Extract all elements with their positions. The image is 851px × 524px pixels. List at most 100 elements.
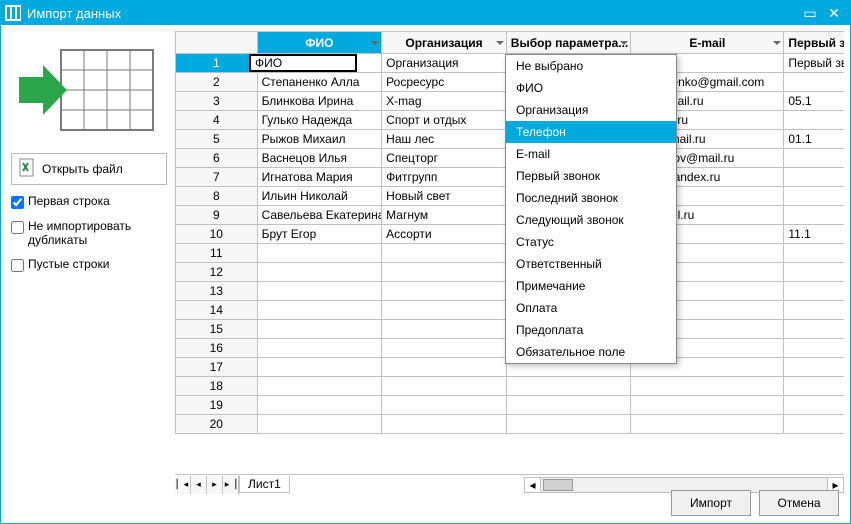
close-button[interactable]: ✕	[822, 5, 846, 22]
row-header[interactable]: 5	[176, 130, 258, 149]
cell[interactable]	[784, 168, 844, 187]
dropdown-item[interactable]: Организация	[506, 99, 676, 121]
cell[interactable]	[784, 301, 844, 320]
cell[interactable]	[382, 282, 507, 301]
cell[interactable]	[784, 206, 844, 225]
cell[interactable]	[784, 415, 844, 434]
cell[interactable]: Блинкова Ирина	[257, 92, 382, 111]
dropdown-arrow-icon[interactable]	[773, 41, 781, 45]
row-header[interactable]: 9	[176, 206, 258, 225]
cell[interactable]	[257, 320, 382, 339]
cell[interactable]: Организация	[382, 54, 507, 73]
dropdown-item[interactable]: Обязательное поле	[506, 341, 676, 363]
cell[interactable]	[784, 339, 844, 358]
cell[interactable]: 05.1	[784, 92, 844, 111]
dropdown-item[interactable]: Предоплата	[506, 319, 676, 341]
row-header[interactable]: 19	[176, 396, 258, 415]
column-header-3[interactable]: E-mail	[631, 32, 784, 54]
cell[interactable]	[257, 339, 382, 358]
cell[interactable]	[257, 377, 382, 396]
dropdown-item[interactable]: Примечание	[506, 275, 676, 297]
cell[interactable]: Ильин Николай	[257, 187, 382, 206]
cell[interactable]: Наш лес	[382, 130, 507, 149]
row-header[interactable]: 1	[176, 54, 258, 73]
cell[interactable]	[631, 377, 784, 396]
cell[interactable]: Спецторг	[382, 149, 507, 168]
cell[interactable]	[382, 358, 507, 377]
empty-rows-checkbox-row[interactable]: Пустые строки	[11, 256, 167, 273]
cell[interactable]	[506, 396, 631, 415]
cell[interactable]: Гулько Надежда	[257, 111, 382, 130]
cell[interactable]	[257, 282, 382, 301]
cell[interactable]: Рыжов Михаил	[257, 130, 382, 149]
dropdown-item[interactable]: Телефон	[506, 121, 676, 143]
table-row[interactable]: 18	[176, 377, 845, 396]
row-header[interactable]: 8	[176, 187, 258, 206]
dropdown-item[interactable]: Оплата	[506, 297, 676, 319]
dropdown-item[interactable]: Последний звонок	[506, 187, 676, 209]
dropdown-item[interactable]: Ответственный	[506, 253, 676, 275]
row-header[interactable]: 16	[176, 339, 258, 358]
cancel-button[interactable]: Отмена	[759, 490, 839, 516]
cell[interactable]: 01.1	[784, 130, 844, 149]
cell[interactable]: Магнум	[382, 206, 507, 225]
column-header-4[interactable]: Первый звонок	[784, 32, 844, 54]
cell[interactable]: Игнатова Мария	[257, 168, 382, 187]
row-header[interactable]: 20	[176, 415, 258, 434]
cell[interactable]	[784, 244, 844, 263]
dropdown-arrow-icon[interactable]	[496, 41, 504, 45]
open-file-button[interactable]: Открыть файл	[11, 153, 167, 185]
cell[interactable]	[506, 377, 631, 396]
cell[interactable]: Ассорти	[382, 225, 507, 244]
cell[interactable]: X-mag	[382, 92, 507, 111]
cell[interactable]: Васнецов Илья	[257, 149, 382, 168]
dropdown-item[interactable]: ФИО	[506, 77, 676, 99]
cell[interactable]	[784, 396, 844, 415]
cell[interactable]: Степаненко Алла	[257, 73, 382, 92]
cell[interactable]	[257, 396, 382, 415]
cell[interactable]: Фитгрупп	[382, 168, 507, 187]
cell[interactable]: Спорт и отдых	[382, 111, 507, 130]
row-header[interactable]: 7	[176, 168, 258, 187]
dropdown-item[interactable]: Статус	[506, 231, 676, 253]
corner-cell[interactable]	[176, 32, 258, 54]
dropdown-item[interactable]: E-mail	[506, 143, 676, 165]
row-header[interactable]: 2	[176, 73, 258, 92]
cell[interactable]	[382, 396, 507, 415]
cell[interactable]	[257, 301, 382, 320]
row-header[interactable]: 3	[176, 92, 258, 111]
cell[interactable]	[382, 339, 507, 358]
cell[interactable]: Первый звонок	[784, 54, 844, 73]
no-duplicates-checkbox[interactable]	[11, 221, 24, 234]
column-header-1[interactable]: Организация	[382, 32, 507, 54]
cell[interactable]	[257, 244, 382, 263]
cell[interactable]	[382, 320, 507, 339]
row-header[interactable]: 6	[176, 149, 258, 168]
column-header-2[interactable]: Выбор параметра...	[506, 32, 631, 54]
dropdown-item[interactable]: Первый звонок	[506, 165, 676, 187]
row-header[interactable]: 12	[176, 263, 258, 282]
cell[interactable]	[257, 415, 382, 434]
first-row-checkbox-row[interactable]: Первая строка	[11, 193, 167, 210]
parameter-dropdown[interactable]: Не выбраноФИООрганизацияТелефонE-mailПер…	[505, 54, 677, 364]
cell[interactable]: Савельева Екатерина	[257, 206, 382, 225]
cell[interactable]	[631, 396, 784, 415]
cell[interactable]: Росресурс	[382, 73, 507, 92]
row-header[interactable]: 13	[176, 282, 258, 301]
active-cell-editor[interactable]: ФИО	[249, 54, 357, 72]
cell[interactable]	[784, 320, 844, 339]
cell[interactable]	[784, 358, 844, 377]
cell[interactable]	[257, 263, 382, 282]
cell[interactable]	[784, 73, 844, 92]
dropdown-arrow-icon[interactable]	[620, 41, 628, 45]
cell[interactable]	[382, 301, 507, 320]
cell[interactable]	[784, 149, 844, 168]
cell[interactable]: Брут Егор	[257, 225, 382, 244]
cell[interactable]	[784, 263, 844, 282]
no-duplicates-checkbox-row[interactable]: Не импортировать дубликаты	[11, 218, 167, 248]
cell[interactable]	[382, 377, 507, 396]
row-header[interactable]: 15	[176, 320, 258, 339]
row-header[interactable]: 17	[176, 358, 258, 377]
cell[interactable]	[257, 358, 382, 377]
cell[interactable]	[784, 282, 844, 301]
